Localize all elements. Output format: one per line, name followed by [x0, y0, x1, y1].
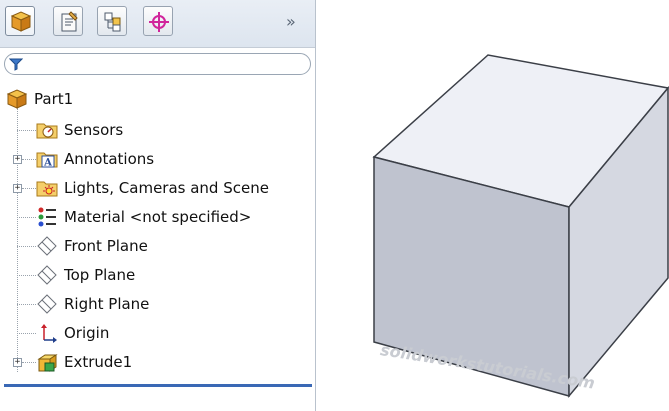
tree-connector [22, 188, 36, 189]
tree-item-label: Top Plane [64, 266, 136, 284]
tree-item-top-plane[interactable]: Top Plane [36, 263, 135, 287]
configuration-icon [104, 12, 121, 32]
extrude-icon [36, 351, 58, 373]
tree-connector [17, 304, 36, 305]
feature-manager-panel: » Part1 Sensors + A Annotations + Lights… [0, 0, 316, 411]
tree-item-material[interactable]: Material <not specified> [36, 205, 251, 229]
tree-item-label: Right Plane [64, 295, 150, 313]
material-icon [36, 206, 58, 228]
part-icon [6, 88, 28, 110]
sensors-folder-icon [36, 119, 58, 141]
plane-icon [36, 293, 58, 315]
annotations-folder-icon: A [36, 148, 58, 170]
part-cube [372, 54, 669, 399]
tree-item-label: Extrude1 [64, 353, 133, 371]
tree-item-front-plane[interactable]: Front Plane [36, 234, 148, 258]
tree-connector [17, 246, 36, 247]
svg-text:A: A [43, 158, 52, 169]
more-tabs-chevron[interactable]: » [286, 12, 296, 31]
origin-icon [36, 322, 58, 344]
property-sheet-icon [61, 11, 78, 32]
tree-item-label: Annotations [64, 150, 155, 168]
manager-tab-bar: » [0, 0, 315, 48]
tab-feature-manager[interactable] [5, 6, 35, 36]
tree-connector [17, 217, 36, 218]
tab-dimxpert-manager[interactable] [143, 6, 173, 36]
tree-item-sensors[interactable]: Sensors [36, 118, 123, 142]
expand-toggle[interactable]: + [13, 155, 22, 164]
tree-item-part1[interactable]: Part1 [6, 87, 73, 111]
tree-connector [22, 362, 36, 363]
tree-filter-input[interactable] [4, 53, 311, 75]
graphics-area[interactable] [316, 0, 669, 411]
tree-item-label: Part1 [34, 90, 74, 108]
tree-connector [17, 275, 36, 276]
tree-item-extrude1[interactable]: Extrude1 [36, 350, 132, 374]
tree-item-lights-cameras-scene[interactable]: Lights, Cameras and Scene [36, 176, 269, 200]
tab-property-manager[interactable] [53, 6, 83, 36]
tree-connector [17, 333, 36, 334]
tree-item-label: Front Plane [64, 237, 148, 255]
filter-icon [9, 58, 23, 71]
tree-item-origin[interactable]: Origin [36, 321, 109, 345]
plane-icon [36, 235, 58, 257]
tree-connector [17, 130, 36, 131]
tree-item-label: Origin [64, 324, 110, 342]
part-icon [10, 11, 32, 32]
tree-item-label: Sensors [64, 121, 124, 139]
tab-configuration-manager[interactable] [97, 6, 127, 36]
expand-toggle[interactable]: + [13, 358, 22, 367]
lights-folder-icon [36, 177, 58, 199]
crosshair-icon [149, 12, 169, 32]
tree-item-label: Lights, Cameras and Scene [64, 179, 269, 197]
rollback-bar[interactable] [4, 384, 312, 387]
tree-item-label: Material <not specified> [64, 208, 252, 226]
expand-toggle[interactable]: + [13, 184, 22, 193]
tree-item-annotations[interactable]: A Annotations [36, 147, 154, 171]
tree-item-right-plane[interactable]: Right Plane [36, 292, 149, 316]
plane-icon [36, 264, 58, 286]
tree-connector [22, 159, 36, 160]
